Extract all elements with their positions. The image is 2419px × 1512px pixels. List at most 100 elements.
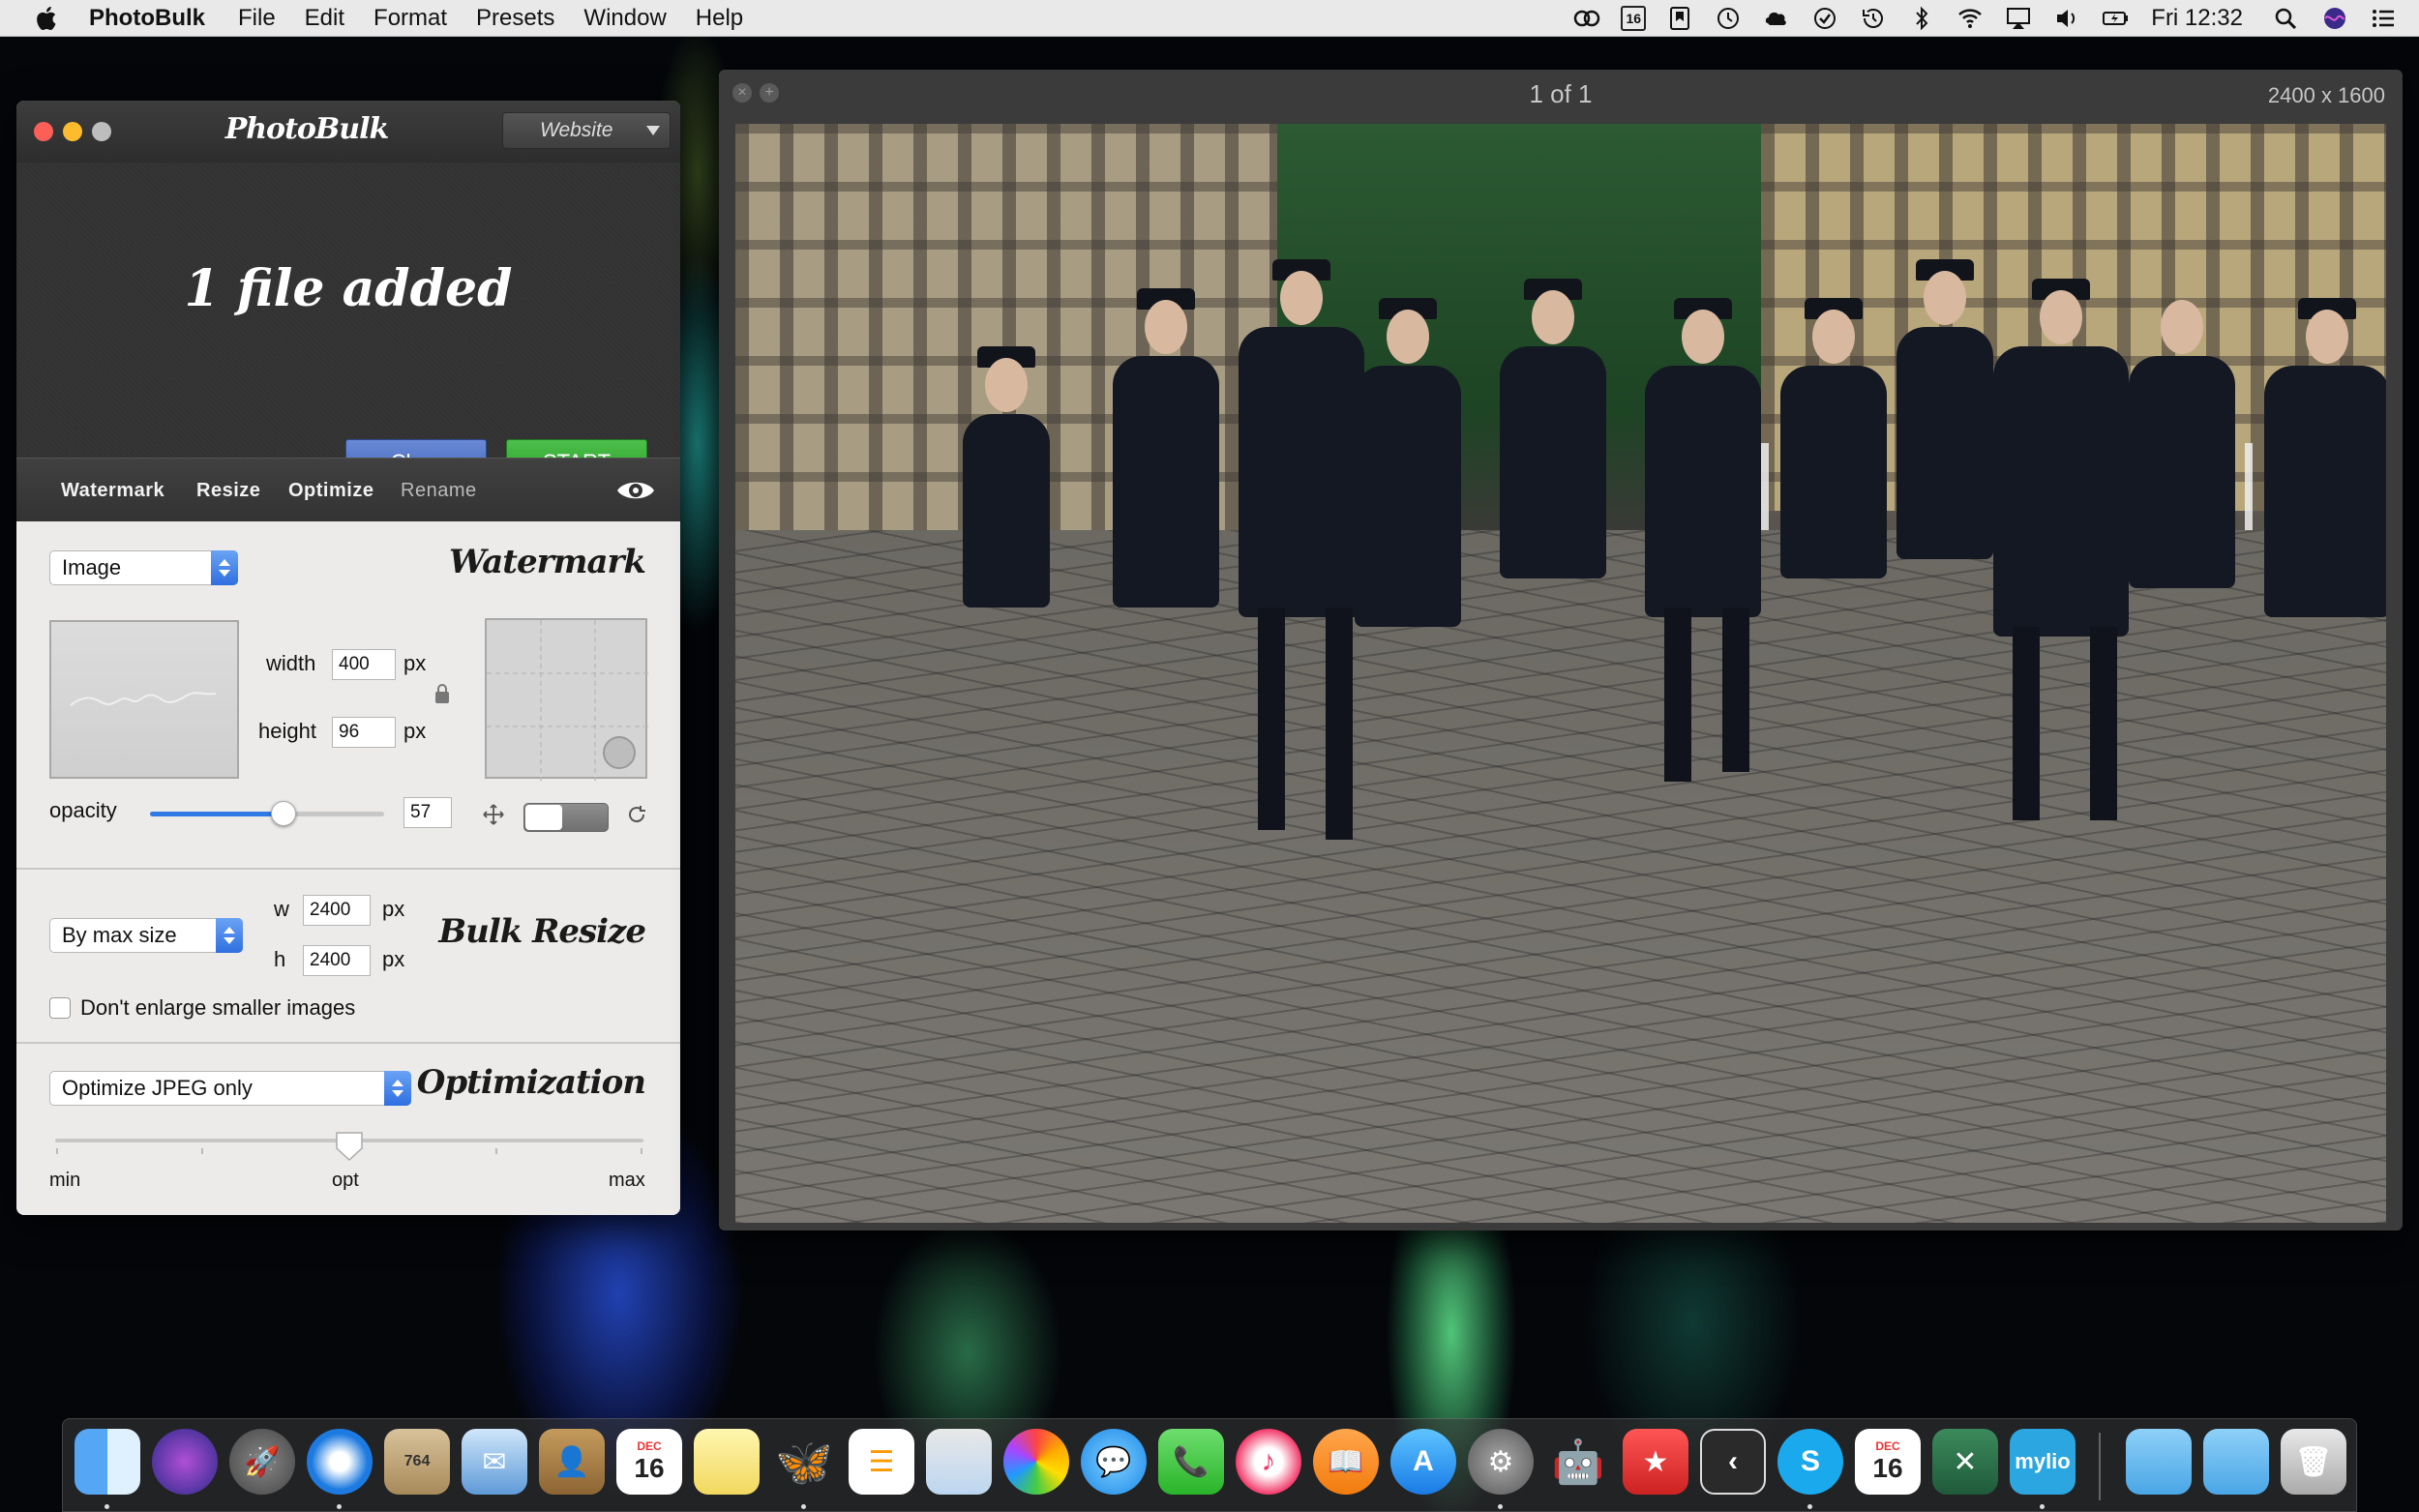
finder-icon[interactable] <box>75 1429 140 1495</box>
folder2-icon[interactable] <box>2203 1429 2269 1495</box>
dont-enlarge-checkbox[interactable] <box>49 997 71 1019</box>
move-icon[interactable] <box>483 804 504 825</box>
menu-window[interactable]: Window <box>583 5 666 32</box>
minimize-button[interactable] <box>63 122 82 141</box>
photo-leg <box>1258 608 1285 830</box>
resize-mode-select[interactable]: By max size <box>49 918 243 953</box>
siri-icon[interactable] <box>152 1429 218 1495</box>
tes-icon[interactable]: 🦋 <box>771 1429 837 1495</box>
check-status-icon[interactable] <box>1810 6 1839 31</box>
photo-person <box>963 346 1050 608</box>
photobulk-titlebar[interactable]: PhotoBulk Website <box>16 101 680 163</box>
bluetooth-icon[interactable] <box>1907 6 1936 31</box>
skype-icon[interactable]: S <box>1777 1429 1843 1495</box>
watermark-type-value: Image <box>62 555 122 579</box>
watermark-toggle[interactable] <box>523 803 609 832</box>
creative-cloud-icon[interactable] <box>1572 6 1601 31</box>
xcode-icon[interactable]: ✕ <box>1932 1429 1998 1495</box>
preview-icon[interactable] <box>926 1429 992 1495</box>
tab-rename[interactable]: Rename <box>401 480 477 502</box>
preview-window: × + 1 of 1 2400 x 1600 <box>719 70 2403 1230</box>
resize-w-input[interactable]: 2400 <box>303 895 371 926</box>
clock-status-icon[interactable] <box>1714 6 1743 31</box>
photo-leg <box>1326 608 1353 840</box>
photos-icon[interactable] <box>1003 1429 1069 1495</box>
tab-resize[interactable]: Resize <box>196 480 260 502</box>
automator-icon[interactable]: 🤖 <box>1545 1429 1611 1495</box>
resize-w-label: w <box>274 897 289 921</box>
width-label: width <box>266 651 316 675</box>
itunes-icon[interactable]: ♪ <box>1236 1429 1301 1495</box>
watermark-type-select[interactable]: Image <box>49 550 238 585</box>
stepper-icon <box>384 1071 411 1106</box>
notification-center-icon[interactable] <box>2369 6 2398 31</box>
launchpad-icon[interactable]: 🚀 <box>229 1429 295 1495</box>
drop-area[interactable]: 1 file added Clear START <box>16 163 680 486</box>
app-menu[interactable]: PhotoBulk <box>89 5 205 32</box>
opacity-slider-knob[interactable] <box>270 801 296 826</box>
wifi-icon[interactable] <box>1956 6 1985 31</box>
back-icon[interactable]: ‹ <box>1700 1429 1766 1495</box>
height-input[interactable]: 96 <box>332 717 396 748</box>
menu-format[interactable]: Format <box>373 5 447 32</box>
battery-icon[interactable] <box>2101 6 2130 31</box>
eye-icon[interactable] <box>614 476 657 505</box>
cloud-status-icon[interactable] <box>1762 6 1791 31</box>
calendar-icon[interactable]: DEC 16 <box>616 1429 682 1495</box>
bookmark-icon[interactable]: ★ <box>1623 1429 1688 1495</box>
optimization-mode-value: Optimize JPEG only <box>62 1076 253 1100</box>
time-machine-icon[interactable] <box>1859 6 1888 31</box>
resize-h-input[interactable]: 2400 <box>303 945 371 976</box>
facetime-icon[interactable]: 📞 <box>1158 1429 1224 1495</box>
preview-titlebar[interactable]: × + 1 of 1 2400 x 1600 <box>719 70 2403 118</box>
calendar2-icon[interactable]: DEC 16 <box>1855 1429 1921 1495</box>
preset-select[interactable]: Website <box>502 112 671 149</box>
clock[interactable]: Fri 12:32 <box>2151 5 2243 32</box>
menu-presets[interactable]: Presets <box>476 5 554 32</box>
trash-icon[interactable]: 🗑 <box>2281 1429 2346 1495</box>
package-icon[interactable]: 764 <box>384 1429 450 1495</box>
optimization-slider-knob[interactable] <box>335 1131 364 1162</box>
calendar-status-icon[interactable]: 16 <box>1621 6 1647 31</box>
volume-icon[interactable] <box>2052 6 2081 31</box>
package-badge: 764 <box>403 1453 431 1469</box>
close-button[interactable] <box>34 122 53 141</box>
menu-help[interactable]: Help <box>696 5 743 32</box>
optimization-slider[interactable] <box>55 1132 643 1162</box>
watermark-image-preview[interactable] <box>49 620 239 779</box>
app-store-icon[interactable]: A <box>1390 1429 1456 1495</box>
resize-w-unit: px <box>382 897 405 921</box>
safari-icon[interactable] <box>307 1429 373 1495</box>
preview-photo[interactable] <box>735 124 2386 1223</box>
mylio-icon[interactable]: mylio <box>2010 1429 2076 1495</box>
lock-icon[interactable] <box>433 682 452 705</box>
siri-status-icon[interactable] <box>2320 6 2349 31</box>
spotlight-icon[interactable] <box>2272 6 2301 31</box>
optimization-mode-select[interactable]: Optimize JPEG only <box>49 1071 411 1106</box>
messages-icon[interactable]: 💬 <box>1081 1429 1147 1495</box>
zoom-button[interactable] <box>92 122 111 141</box>
menu-file[interactable]: File <box>238 5 276 32</box>
folder-icon[interactable] <box>2126 1429 2192 1495</box>
apple-menu-icon[interactable] <box>33 4 62 33</box>
tab-watermark[interactable]: Watermark <box>61 480 164 502</box>
tab-optimize[interactable]: Optimize <box>288 480 373 502</box>
bookmark-status-icon[interactable] <box>1665 6 1694 31</box>
contacts-icon[interactable]: 👤 <box>539 1429 605 1495</box>
menu-edit[interactable]: Edit <box>305 5 344 32</box>
airplay-icon[interactable] <box>2004 6 2033 31</box>
reminders-icon[interactable]: ☰ <box>849 1429 914 1495</box>
rotate-icon[interactable] <box>626 804 647 825</box>
width-input[interactable]: 400 <box>332 649 396 680</box>
mylio-label: mylio <box>2015 1449 2071 1473</box>
mail-icon[interactable]: ✉ <box>462 1429 527 1495</box>
watermark-position-grid[interactable] <box>485 618 649 781</box>
watermark-panel: Image Watermark width 400 px height 96 p… <box>16 521 680 868</box>
ibooks-icon[interactable]: 📖 <box>1313 1429 1379 1495</box>
system-preferences-icon[interactable]: ⚙ <box>1468 1429 1534 1495</box>
dock-running-indicator <box>1498 1504 1503 1509</box>
opacity-input[interactable]: 57 <box>403 797 452 828</box>
dock-running-indicator <box>105 1504 109 1509</box>
opacity-slider[interactable] <box>150 801 384 826</box>
notes-icon[interactable] <box>694 1429 760 1495</box>
